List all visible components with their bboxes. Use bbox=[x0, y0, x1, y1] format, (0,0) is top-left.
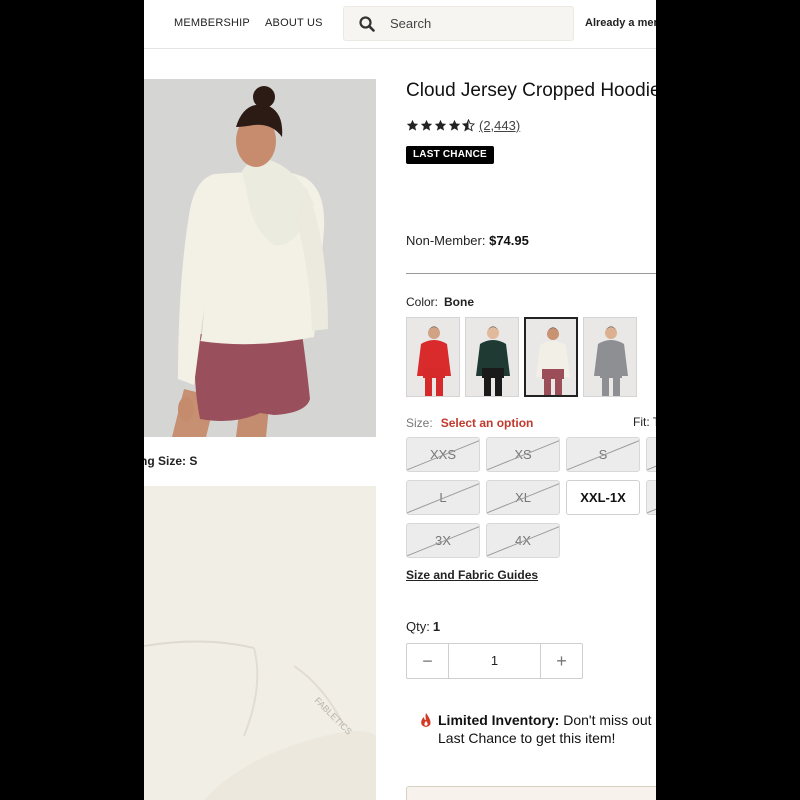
inventory-line2: Last Chance to get this item! bbox=[438, 730, 616, 746]
price-value: $74.95 bbox=[489, 233, 529, 248]
sold-out-strike bbox=[487, 524, 559, 557]
price-label: Non-Member: bbox=[406, 233, 486, 248]
size-option-3x[interactable]: 3X bbox=[406, 523, 480, 558]
swatch-model-image bbox=[584, 318, 636, 396]
search-icon bbox=[359, 16, 375, 32]
divider bbox=[406, 273, 656, 274]
inventory-title: Limited Inventory: bbox=[438, 712, 560, 728]
size-option-xxs[interactable]: XXS bbox=[406, 437, 480, 472]
swatch-model-image bbox=[526, 319, 576, 395]
size-label-row: Size: Select an option bbox=[406, 416, 533, 430]
search-input[interactable]: Search bbox=[390, 16, 431, 31]
add-to-bag-button[interactable] bbox=[406, 786, 656, 800]
size-option-xxl-1x[interactable]: XXL-1X bbox=[566, 480, 640, 515]
inventory-line1: Don't miss out o bbox=[563, 712, 656, 728]
size-prompt: Select an option bbox=[440, 416, 534, 430]
color-swatch-bone[interactable] bbox=[524, 317, 578, 397]
qty-increase-button[interactable]: + bbox=[540, 644, 582, 678]
star-icon bbox=[434, 119, 447, 131]
sold-out-strike bbox=[647, 481, 656, 514]
size-option-l[interactable]: L bbox=[406, 480, 480, 515]
fabric-detail-photo: FABLETICS bbox=[144, 486, 376, 800]
product-image-detail[interactable]: FABLETICS bbox=[144, 486, 376, 800]
price-row: Non-Member: $74.95 bbox=[406, 233, 529, 248]
search-bar[interactable]: Search bbox=[343, 6, 574, 41]
color-swatch-red[interactable] bbox=[406, 317, 460, 397]
color-swatch-green[interactable] bbox=[465, 317, 519, 397]
sold-out-strike bbox=[407, 481, 479, 514]
size-option-4x[interactable]: 4X bbox=[486, 523, 560, 558]
flame-icon bbox=[421, 713, 431, 727]
inventory-message: Limited Inventory: Don't miss out o Last… bbox=[438, 711, 656, 747]
star-icon bbox=[406, 119, 419, 131]
color-label: Color: bbox=[406, 295, 439, 309]
size-option-label: XXL-1X bbox=[580, 490, 626, 505]
qty-label-row: Qty: 1 bbox=[406, 619, 440, 634]
sold-out-strike bbox=[647, 438, 656, 471]
half-star-icon bbox=[462, 119, 475, 132]
quantity-stepper[interactable]: − 1 + bbox=[406, 643, 583, 679]
nav-about-us[interactable]: ABOUT US bbox=[265, 17, 323, 29]
qty-label: Qty: bbox=[406, 619, 430, 634]
sold-out-strike bbox=[407, 438, 479, 471]
qty-input[interactable]: 1 bbox=[449, 644, 540, 678]
size-option-xs[interactable]: XS bbox=[486, 437, 560, 472]
qty-decrease-button[interactable]: − bbox=[407, 644, 449, 678]
size-option-xl[interactable]: XL bbox=[486, 480, 560, 515]
qty-value: 1 bbox=[432, 619, 441, 634]
color-label-row: Color: Bone bbox=[406, 295, 474, 309]
sold-out-strike bbox=[487, 438, 559, 471]
last-chance-badge: LAST CHANCE bbox=[406, 146, 494, 164]
size-guides-link[interactable]: Size and Fabric Guides bbox=[406, 568, 538, 582]
sold-out-strike bbox=[487, 481, 559, 514]
size-option-clipped[interactable] bbox=[646, 437, 656, 472]
model-size-note: ng Size: S bbox=[144, 454, 198, 468]
product-title: Cloud Jersey Cropped Hoodie bbox=[406, 80, 656, 101]
sold-out-strike bbox=[567, 438, 639, 471]
product-page: MEMBERSHIP ABOUT US Search Already a mem bbox=[144, 0, 656, 800]
swatch-model-image bbox=[407, 318, 459, 396]
member-login-link[interactable]: Already a mem bbox=[585, 17, 656, 29]
rating-stars[interactable] bbox=[406, 119, 475, 132]
size-option-clipped[interactable] bbox=[646, 480, 656, 515]
top-nav: MEMBERSHIP ABOUT US Search Already a mem bbox=[144, 0, 656, 49]
color-swatch-grey[interactable] bbox=[583, 317, 637, 397]
swatch-model-image bbox=[466, 318, 518, 396]
product-image-back[interactable] bbox=[144, 79, 376, 437]
selected-color: Bone bbox=[444, 295, 475, 309]
reviews-count-link[interactable]: (2,443) bbox=[479, 118, 520, 133]
star-icon bbox=[448, 119, 461, 131]
size-label: Size: bbox=[406, 416, 433, 430]
fit-label[interactable]: Fit: T bbox=[633, 415, 656, 429]
nav-membership[interactable]: MEMBERSHIP bbox=[174, 17, 250, 29]
star-icon bbox=[420, 119, 433, 131]
size-option-s[interactable]: S bbox=[566, 437, 640, 472]
sold-out-strike bbox=[407, 524, 479, 557]
model-photo bbox=[144, 79, 376, 437]
